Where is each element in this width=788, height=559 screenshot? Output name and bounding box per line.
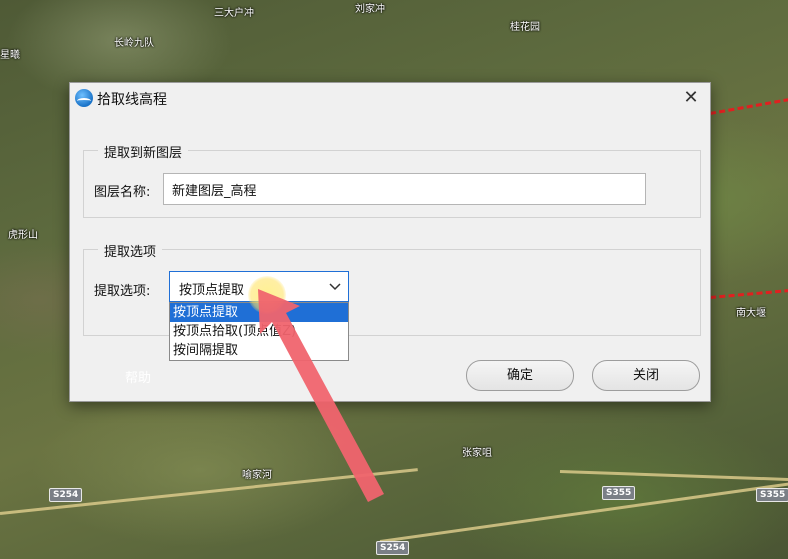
map-dashed-boundary [709, 288, 788, 299]
road-badge: S254 [376, 541, 410, 555]
close-icon[interactable]: ✕ [678, 86, 704, 110]
map-road [559, 470, 788, 482]
close-button[interactable]: 关闭 [592, 360, 700, 391]
map-road [379, 481, 788, 543]
extract-option-label: 提取选项: [94, 284, 151, 299]
road-badge: S254 [49, 488, 83, 502]
map-label: 张家咀 [462, 448, 492, 459]
layer-name-input[interactable] [163, 173, 646, 205]
map-label: 星曦 [0, 50, 20, 61]
app-logo-icon [75, 89, 93, 107]
map-label: 刘家冲 [355, 4, 385, 15]
click-highlight [248, 276, 286, 314]
dropdown-option[interactable]: 按间隔提取 [170, 341, 348, 360]
ok-button[interactable]: 确定 [466, 360, 574, 391]
extract-line-elevation-dialog: 拾取线高程 ✕ 提取到新图层 图层名称: 提取选项 提取选项: 按顶点提取 按顶… [69, 82, 711, 402]
map-label: 虎形山 [8, 230, 38, 241]
map-label: 喻家河 [242, 470, 272, 481]
road-badge: S355 [756, 488, 788, 502]
map-label: 三大户冲 [214, 8, 254, 19]
dialog-titlebar[interactable]: 拾取线高程 ✕ [70, 83, 710, 113]
map-dashed-boundary [709, 96, 788, 115]
help-link[interactable]: 帮助 [125, 367, 151, 386]
map-label: 南大堰 [736, 308, 766, 319]
group-title: 提取选项 [98, 241, 163, 260]
dialog-title: 拾取线高程 [97, 92, 167, 108]
map-label: 桂花园 [510, 22, 540, 33]
select-value: 按顶点提取 [179, 283, 245, 298]
dropdown-option[interactable]: 按顶点拾取(顶点值Z) [170, 322, 348, 341]
chevron-down-icon[interactable] [329, 276, 341, 300]
map-label: 长岭九队 [114, 38, 154, 49]
road-badge: S355 [602, 486, 636, 500]
group-title: 提取到新图层 [98, 142, 189, 161]
layer-name-label: 图层名称: [94, 185, 151, 200]
